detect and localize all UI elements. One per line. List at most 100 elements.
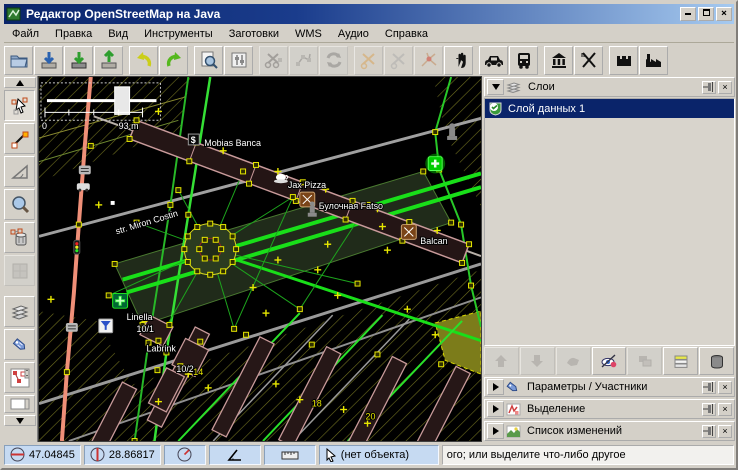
menu-file[interactable]: Файл — [4, 26, 47, 42]
dockable-panels: Слои × Слой данных 1 — [483, 76, 736, 442]
undo-button[interactable] — [129, 46, 158, 75]
white-node[interactable] — [111, 201, 115, 205]
factory-preset-button[interactable] — [639, 46, 668, 75]
maximize-button[interactable] — [698, 7, 714, 21]
menu-tools[interactable]: Инструменты — [136, 26, 221, 42]
layer-delete-button[interactable] — [699, 347, 734, 375]
draw-node-tool-button[interactable] — [4, 123, 35, 154]
distance-readout — [264, 445, 316, 465]
layer-merge-button[interactable] — [556, 347, 591, 375]
angle-readout — [209, 445, 261, 465]
measure-tool-button[interactable] — [4, 156, 35, 187]
map-housenumber: 18 — [312, 399, 322, 409]
layer-list[interactable]: Слой данных 1 — [484, 98, 735, 346]
delete-tool-button[interactable] — [4, 222, 35, 253]
menu-presets[interactable]: Заготовки — [221, 26, 287, 42]
map-label-house2: 10/2 — [176, 364, 193, 374]
cut-gray-button[interactable] — [384, 46, 413, 75]
restaurant-preset-button[interactable] — [574, 46, 603, 75]
draw-way-icon — [9, 128, 31, 150]
bank-columns-icon — [549, 50, 569, 70]
download-icon — [39, 50, 59, 70]
pin-icon — [703, 82, 715, 92]
menu-wms[interactable]: WMS — [287, 26, 330, 42]
download-disk-button[interactable] — [64, 46, 93, 75]
map-housenumber: 20 — [366, 411, 376, 421]
layer-down-button[interactable] — [520, 347, 555, 375]
close-button[interactable]: × — [716, 7, 732, 21]
menu-audio[interactable]: Аудио — [330, 26, 377, 42]
bus-preset-button[interactable] — [509, 46, 538, 75]
layer-duplicate-button[interactable] — [627, 347, 662, 375]
merge-icon — [565, 354, 581, 368]
layer-up-button[interactable] — [484, 347, 519, 375]
layer-row-selected[interactable]: Слой данных 1 — [485, 99, 734, 118]
relations-toggle-button[interactable] — [4, 362, 35, 393]
tools-scroll-up-button[interactable] — [4, 77, 36, 88]
unglue-button[interactable] — [289, 46, 318, 75]
properties-panel-expand-button[interactable] — [487, 379, 504, 395]
bar-icon[interactable] — [99, 319, 113, 333]
car-icon — [483, 50, 505, 70]
supermarket-icon[interactable] — [113, 293, 128, 308]
search-button[interactable] — [194, 46, 223, 75]
undo-arrow-icon — [134, 50, 154, 70]
layer-list-toggle-button[interactable] — [4, 296, 35, 327]
refresh-button[interactable] — [319, 46, 348, 75]
tools-scroll-down-button[interactable] — [4, 415, 36, 426]
traffic-signal-icon[interactable] — [74, 240, 80, 254]
changeset-panel-pin-button[interactable] — [702, 425, 716, 438]
pharmacy-glow-icon[interactable] — [425, 154, 445, 174]
map-canvas[interactable]: 0 93 m — [38, 76, 482, 442]
layers-panel-pin-button[interactable] — [702, 81, 716, 94]
upload-button[interactable] — [94, 46, 123, 75]
layers-panel-close-button[interactable]: × — [718, 81, 732, 94]
membership-toggle-button[interactable] — [4, 395, 35, 413]
changeset-panel-expand-button[interactable] — [487, 423, 504, 439]
download-button[interactable] — [34, 46, 63, 75]
tags-toggle-button[interactable] — [4, 329, 35, 360]
scissors-icon — [264, 50, 284, 70]
minimize-button[interactable] — [680, 7, 696, 21]
cut-alt-button[interactable] — [354, 46, 383, 75]
changeset-icon — [506, 425, 521, 438]
open-file-button[interactable] — [4, 46, 33, 75]
properties-panel-close-button[interactable]: × — [718, 381, 732, 394]
properties-panel-header: Параметры / Участники × — [484, 377, 735, 397]
layers-stack-icon — [9, 301, 31, 323]
selected-building[interactable] — [115, 87, 130, 115]
changeset-panel-close-button[interactable]: × — [718, 425, 732, 438]
pin-icon — [703, 382, 715, 392]
car-preset-button[interactable] — [479, 46, 508, 75]
properties-panel-pin-button[interactable] — [702, 381, 716, 394]
scale-start-label: 0 — [42, 121, 47, 131]
zoom-tool-button[interactable] — [4, 189, 35, 220]
castle-preset-button[interactable] — [609, 46, 638, 75]
download-area-tool-button[interactable] — [4, 255, 35, 286]
properties-panel-title: Параметры / Участники — [527, 381, 700, 393]
selection-panel-header: Выделение × — [484, 399, 735, 419]
cut-way-button[interactable] — [259, 46, 288, 75]
menu-view[interactable]: Вид — [100, 26, 136, 42]
node-tool-button[interactable] — [414, 46, 443, 75]
preferences-button[interactable] — [224, 46, 253, 75]
window-title: Редактор OpenStreetMap на Java — [26, 7, 220, 21]
changeset-panel-header: Список изменений × — [484, 421, 735, 441]
pan-button[interactable] — [444, 46, 473, 75]
layer-merge-all-button[interactable] — [663, 347, 698, 375]
layers-panel-collapse-button[interactable] — [487, 79, 504, 95]
layer-visibility-button[interactable] — [592, 347, 627, 375]
selection-panel-pin-button[interactable] — [702, 403, 716, 416]
main-toolbar — [4, 44, 734, 76]
menu-edit[interactable]: Правка — [47, 26, 100, 42]
bank-preset-button[interactable] — [544, 46, 573, 75]
data-layer-icon — [488, 101, 503, 116]
select-tool-button[interactable] — [4, 90, 35, 121]
redo-button[interactable] — [159, 46, 188, 75]
menu-help[interactable]: Справка — [377, 26, 436, 42]
restaurant-icon[interactable] — [401, 225, 416, 240]
selection-panel-expand-button[interactable] — [487, 401, 504, 417]
hint-text: ого; или выделите что-либо другое — [447, 449, 626, 461]
search-icon — [199, 50, 219, 70]
selection-panel-close-button[interactable]: × — [718, 403, 732, 416]
